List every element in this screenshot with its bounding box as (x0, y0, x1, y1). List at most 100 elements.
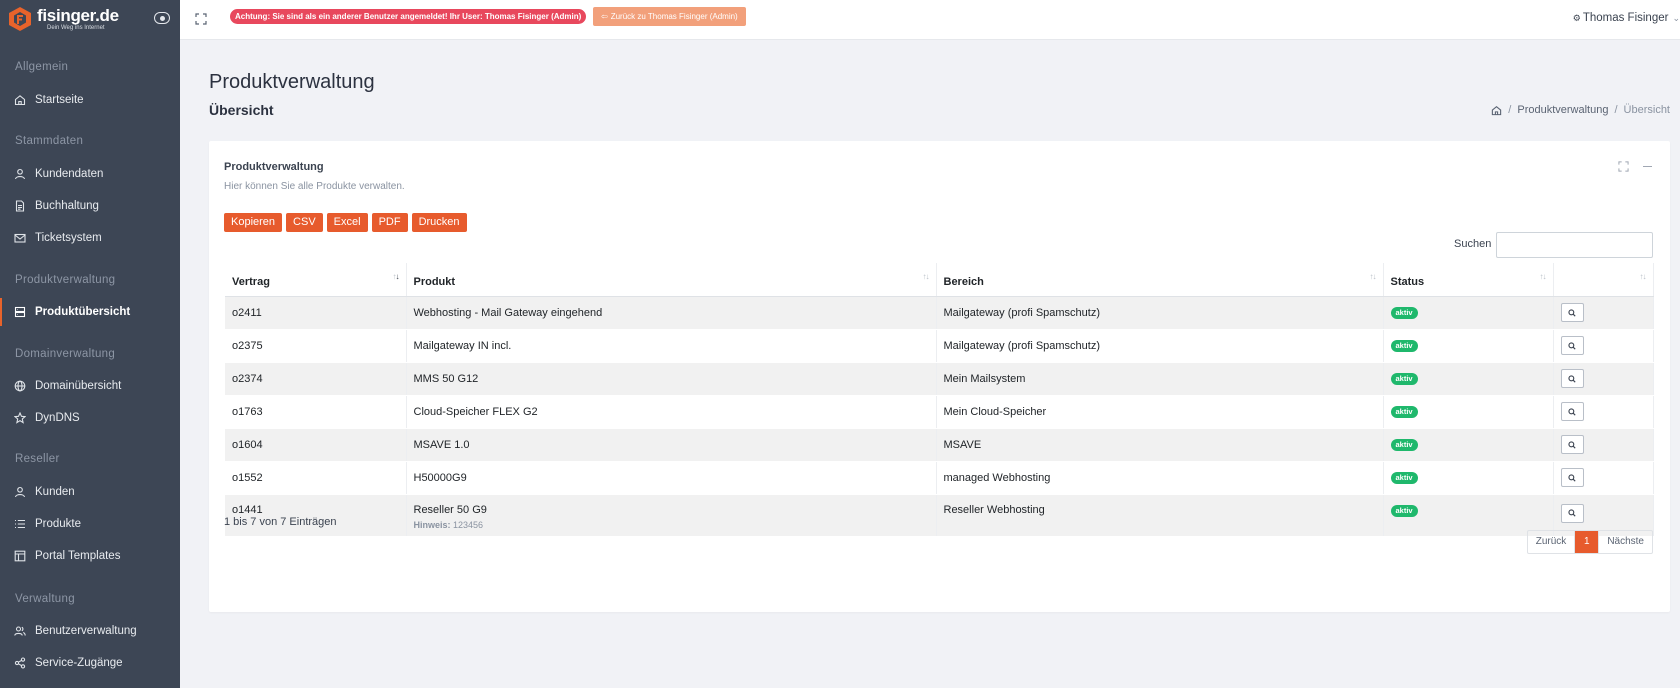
home-icon[interactable] (1491, 105, 1502, 116)
sidebar-item-produkte[interactable]: Produkte (0, 510, 180, 538)
sidebar-item-label: Buchhaltung (35, 200, 99, 212)
search-icon (1568, 509, 1576, 517)
csv-button[interactable]: CSV (286, 213, 323, 232)
sidebar-item-label: Benutzerverwaltung (35, 625, 137, 637)
cell-actions (1553, 296, 1654, 330)
product-hint: Hinweis: 123456 (414, 520, 929, 530)
brand[interactable]: fisinger.de Dein Weg ins Internet (0, 0, 180, 38)
mail-icon (14, 232, 26, 244)
brand-tagline: Dein Weg ins Internet (47, 25, 105, 31)
column-header-actions[interactable]: ↑↓ (1553, 263, 1654, 297)
status-badge: aktiv (1390, 472, 1418, 484)
logout-icon: ⇦ (601, 12, 608, 21)
sort-icon: ↑↓ (1539, 272, 1547, 281)
table-header-row: Vertrag ↑↓ Produkt ↑↓ Bereich ↑↓ Status ↑↓ ↑… (225, 263, 1654, 297)
print-button[interactable]: Drucken (411, 213, 467, 232)
sidebar-item-produktuebersicht[interactable]: Produktübersicht (0, 298, 180, 326)
pagination-prev[interactable]: Zurück (1528, 531, 1575, 553)
page-title: Produktverwaltung (209, 71, 375, 93)
status-badge: aktiv (1390, 307, 1418, 319)
nav-section-reseller: Reseller (15, 453, 60, 465)
view-details-button[interactable] (1560, 468, 1584, 487)
pagination-next[interactable]: Nächste (1598, 531, 1652, 553)
search-input[interactable] (1496, 232, 1653, 258)
users-icon (14, 625, 26, 637)
sidebar-item-buchhaltung[interactable]: Buchhaltung (0, 192, 180, 220)
globe-icon (14, 380, 26, 392)
search-icon (1568, 473, 1576, 482)
sidebar-item-kundendaten[interactable]: Kundendaten (0, 160, 180, 188)
view-details-button[interactable] (1560, 402, 1584, 421)
cell-vertrag: o1604 (225, 428, 407, 462)
table-row: o1441 Reseller 50 G9 Hinweis: 123456 Res… (225, 494, 1654, 537)
cell-status: aktiv (1383, 395, 1554, 429)
table-info: 1 bis 7 von 7 Einträgen (224, 516, 337, 528)
status-badge: aktiv (1390, 504, 1418, 517)
sidebar-item-kunden[interactable]: Kunden (0, 478, 180, 506)
sort-icon: ↑↓ (922, 272, 930, 281)
sidebar-item-service-zugaenge[interactable]: Service-Zugänge (0, 649, 180, 677)
cell-bereich: MSAVE (936, 428, 1384, 462)
pagination-page-1[interactable]: 1 (1574, 531, 1599, 553)
products-card: Produktverwaltung Hier können Sie alle P… (209, 141, 1670, 612)
status-badge: aktiv (1390, 406, 1418, 418)
view-details-button[interactable] (1560, 336, 1584, 355)
brand-name: fisinger.de (37, 6, 119, 25)
sidebar-item-dyndns[interactable]: DynDNS (0, 404, 180, 432)
cell-vertrag: o1441 (225, 494, 407, 537)
fullscreen-icon[interactable] (195, 13, 207, 25)
cell-produkt: MMS 50 G12 (406, 362, 937, 396)
sidebar-item-ticketsystem[interactable]: Ticketsystem (0, 224, 180, 252)
cell-bereich: managed Webhosting (936, 461, 1384, 495)
card-tools (1618, 161, 1652, 172)
view-details-button[interactable] (1560, 435, 1584, 454)
status-badge: aktiv (1390, 439, 1418, 451)
cell-produkt: Reseller 50 G9 Hinweis: 123456 (406, 494, 937, 537)
column-header-bereich[interactable]: Bereich ↑↓ (936, 263, 1384, 297)
sidebar-item-portal-templates[interactable]: Portal Templates (0, 542, 180, 570)
hint-label: Hinweis: (413, 519, 451, 530)
cell-vertrag: o2374 (225, 362, 407, 396)
return-to-admin-button[interactable]: ⇦ Zurück zu Thomas Fisinger (Admin) (593, 7, 746, 26)
sidebar-item-benutzerverwaltung[interactable]: Benutzerverwaltung (0, 617, 180, 645)
breadcrumb-link[interactable]: Produktverwaltung (1517, 104, 1608, 116)
hint-value: 123456 (453, 519, 484, 530)
copy-button[interactable]: Kopieren (224, 213, 283, 232)
column-header-status[interactable]: Status ↑↓ (1383, 263, 1554, 297)
cell-produkt: Mailgateway IN incl. (406, 329, 937, 363)
cell-produkt: Cloud-Speicher FLEX G2 (406, 395, 937, 429)
expand-icon[interactable] (1618, 161, 1629, 172)
sort-icon: ↑↓ (1369, 272, 1377, 281)
list-icon (14, 518, 26, 530)
cell-produkt: MSAVE 1.0 (406, 428, 937, 462)
nav-section-stammdaten: Stammdaten (15, 135, 84, 147)
column-header-produkt[interactable]: Produkt ↑↓ (406, 263, 937, 297)
view-details-button[interactable] (1560, 369, 1584, 388)
user-menu[interactable]: ⚙ Thomas Fisinger ⌄ (1573, 12, 1680, 24)
excel-button[interactable]: Excel (326, 213, 368, 232)
table-row: o2375 Mailgateway IN incl. Mailgateway (… (225, 329, 1654, 363)
view-details-button[interactable] (1560, 503, 1584, 523)
cell-status: aktiv (1383, 296, 1554, 330)
export-buttons: Kopieren CSV Excel PDF Drucken (224, 213, 467, 232)
sidebar-item-startseite[interactable]: Startseite (0, 86, 180, 114)
cell-bereich: Reseller Webhosting (936, 494, 1384, 537)
sidebar-item-domainuebersicht[interactable]: Domainübersicht (0, 372, 180, 400)
cell-bereich: Mailgateway (profi Spamschutz) (936, 329, 1384, 363)
sidebar-item-label: Ticketsystem (35, 232, 102, 244)
cell-produkt: H50000G9 (406, 461, 937, 495)
products-table: Vertrag ↑↓ Produkt ↑↓ Bereich ↑↓ Status ↑↓ ↑… (225, 263, 1654, 537)
cell-actions (1553, 395, 1654, 429)
sidebar-toggle-icon[interactable] (154, 12, 170, 24)
layout-icon (14, 550, 26, 562)
search-label: Suchen (1454, 238, 1492, 250)
collapse-icon[interactable] (1643, 166, 1652, 167)
cell-actions (1553, 428, 1654, 462)
cell-actions (1553, 329, 1654, 363)
breadcrumb-separator: / (1508, 104, 1512, 116)
sidebar-item-label: Domainübersicht (35, 380, 122, 392)
cell-bereich: Mein Cloud-Speicher (936, 395, 1384, 429)
pdf-button[interactable]: PDF (371, 213, 408, 232)
column-header-vertrag[interactable]: Vertrag ↑↓ (225, 263, 407, 297)
view-details-button[interactable] (1560, 303, 1584, 322)
